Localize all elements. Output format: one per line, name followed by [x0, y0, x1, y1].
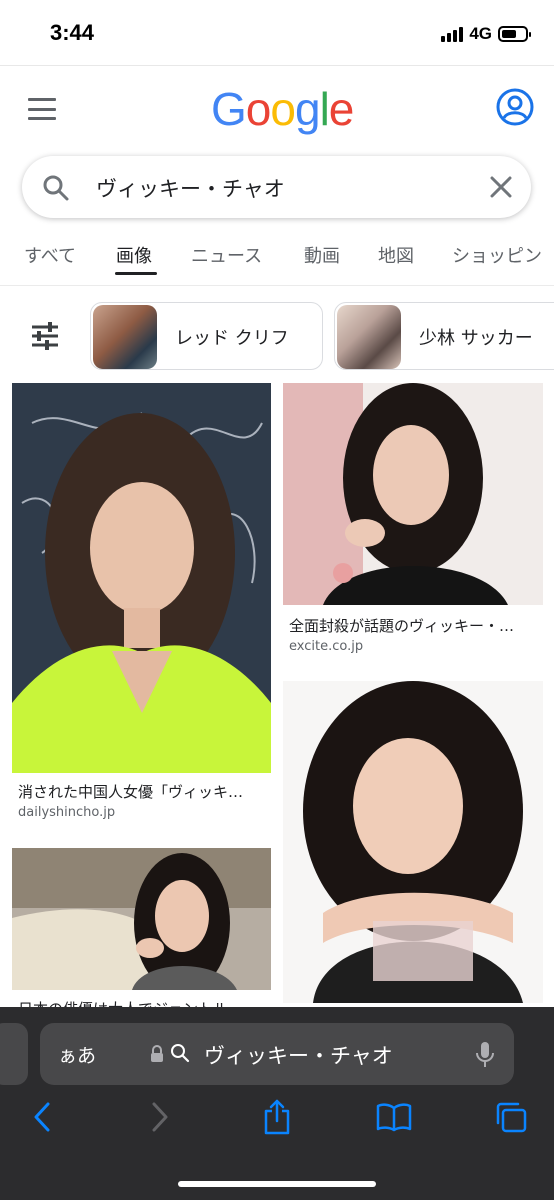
logo-letter: G: [211, 83, 247, 135]
battery-icon: [498, 26, 531, 42]
status-time: 3:44: [50, 20, 95, 45]
google-logo[interactable]: Google: [211, 82, 355, 136]
result-image: [283, 383, 543, 605]
search-input[interactable]: ヴィッキー・チャオ: [96, 173, 285, 203]
logo-letter: o: [270, 83, 296, 135]
tune-filter-icon[interactable]: [30, 322, 60, 350]
chip-shaolin-soccer[interactable]: 少林 サッカー: [334, 302, 554, 370]
tab-all[interactable]: すべて: [24, 242, 76, 268]
bookmarks-button[interactable]: [374, 1097, 414, 1137]
lock-icon: [151, 1045, 163, 1062]
back-button[interactable]: [22, 1097, 62, 1137]
share-button[interactable]: [257, 1097, 297, 1137]
clear-icon[interactable]: [489, 175, 513, 199]
tabs-icon: [496, 1102, 527, 1133]
image-result[interactable]: 全面封殺が話題のヴィッキー・… excite.co.jp: [283, 383, 543, 663]
previous-tab-peek[interactable]: [0, 1023, 28, 1085]
chip-label: レッド クリフ: [175, 328, 289, 349]
result-title: 消された中国人女優「ヴィッキ…: [18, 783, 244, 801]
chevron-left-icon: [34, 1102, 50, 1132]
forward-button[interactable]: [140, 1097, 180, 1137]
book-icon: [376, 1103, 412, 1132]
google-header: Google: [0, 66, 554, 154]
image-result[interactable]: 日本の俳優は大人でジェントル: [12, 848, 271, 1008]
search-box[interactable]: ヴィッキー・チャオ: [22, 156, 531, 218]
microphone-icon[interactable]: [476, 1041, 494, 1069]
result-source: excite.co.jp: [289, 639, 364, 654]
logo-letter: g: [294, 83, 321, 135]
active-tab-indicator: [115, 272, 157, 275]
tab-shopping[interactable]: ショッピン: [452, 242, 542, 268]
network-type: 4G: [469, 24, 492, 43]
logo-letter: e: [328, 83, 355, 135]
hamburger-menu-icon[interactable]: [28, 98, 56, 120]
status-indicators: 4G: [441, 24, 531, 44]
tab-images[interactable]: 画像: [116, 242, 152, 268]
result-image: [283, 681, 543, 1003]
safari-toolbar: [0, 1097, 554, 1147]
search-icon: [43, 175, 69, 201]
address-bar[interactable]: ぁあ ヴィッキー・チャオ: [40, 1023, 514, 1085]
result-source: dailyshincho.jp: [18, 805, 116, 820]
account-icon[interactable]: [496, 88, 534, 126]
logo-letter: l: [319, 83, 330, 135]
result-title: 全面封殺が話題のヴィッキー・…: [289, 617, 515, 635]
chip-thumbnail: [337, 305, 401, 369]
related-chips-row: レッド クリフ 少林 サッカー: [0, 300, 554, 372]
home-indicator: [178, 1181, 376, 1187]
share-icon: [264, 1099, 290, 1135]
chevron-right-icon: [152, 1102, 168, 1132]
logo-letter: o: [245, 83, 272, 135]
page-settings-button[interactable]: ぁあ: [58, 1041, 96, 1068]
search-tabs: すべて 画像 ニュース 動画 地図 ショッピン: [0, 232, 554, 286]
tab-news[interactable]: ニュース: [191, 242, 262, 268]
cellular-signal-icon: [441, 26, 464, 42]
address-text[interactable]: ヴィッキー・チャオ: [204, 1040, 393, 1070]
tabs-button[interactable]: [491, 1097, 531, 1137]
search-icon: [171, 1044, 190, 1063]
result-image: [12, 383, 271, 773]
status-bar: 3:44 4G: [0, 0, 554, 66]
result-image: [12, 848, 271, 990]
tab-maps[interactable]: 地図: [378, 242, 414, 268]
tab-videos[interactable]: 動画: [304, 242, 340, 268]
chip-red-cliff[interactable]: レッド クリフ: [90, 302, 323, 370]
chip-thumbnail: [93, 305, 157, 369]
image-result[interactable]: 消された中国人女優「ヴィッキ… dailyshincho.jp: [12, 383, 271, 823]
chip-label: 少林 サッカー: [419, 328, 533, 349]
image-result[interactable]: [283, 681, 543, 1003]
safari-bottom-bar: ぁあ ヴィッキー・チャオ: [0, 1007, 554, 1200]
